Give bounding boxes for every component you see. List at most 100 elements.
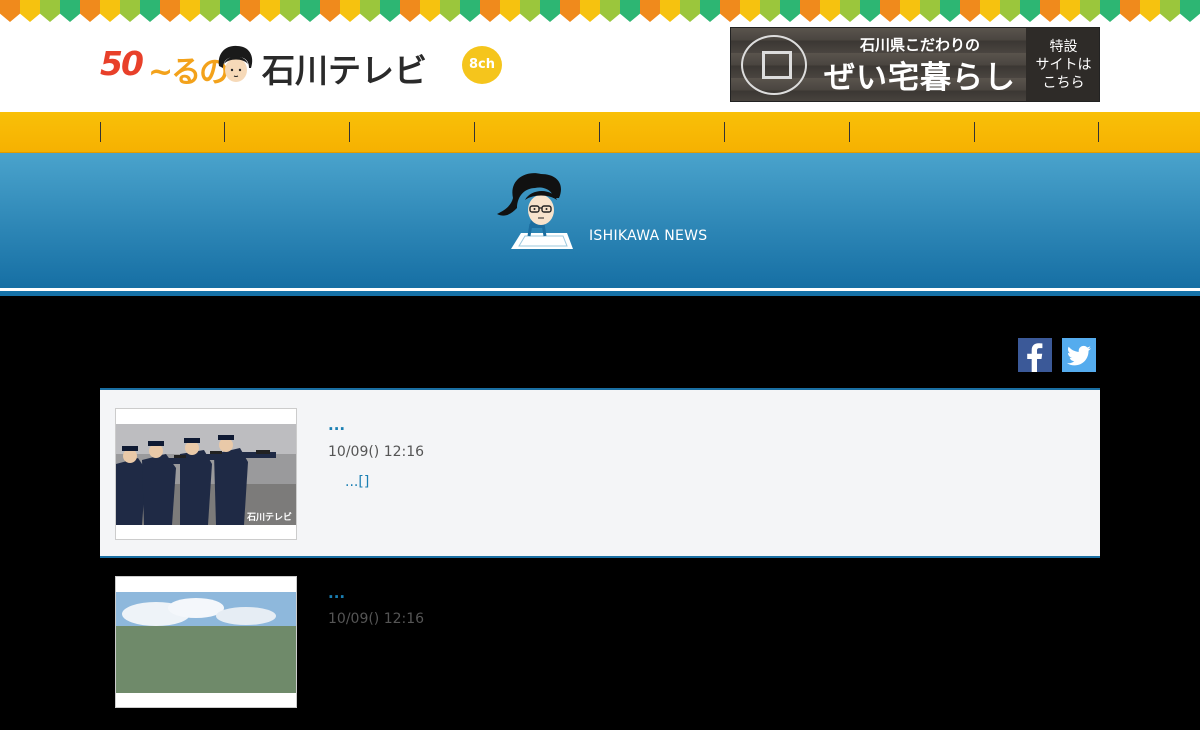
facebook-icon: [1027, 343, 1043, 372]
bunting-flag: [280, 0, 300, 22]
nav-item[interactable]: [975, 112, 1098, 152]
bunting-flag: [1120, 0, 1140, 22]
bunting-flag: [980, 0, 1000, 22]
bunting-flag: [220, 0, 240, 22]
bunting-flag: [520, 0, 540, 22]
twitter-share-button[interactable]: [1062, 338, 1096, 372]
logo-station-name: 石川テレビ: [262, 51, 427, 90]
bunting-flag: [660, 0, 680, 22]
bunting-flag: [140, 0, 160, 22]
bunting-flag: [940, 0, 960, 22]
read-more-link[interactable]: ...[]: [345, 474, 369, 490]
bunting-flag: [320, 0, 340, 22]
facebook-share-button[interactable]: [1018, 338, 1052, 372]
bunting-flag: [740, 0, 760, 22]
bunting-flag: [920, 0, 940, 22]
news-thumbnail-link[interactable]: 石川テレビ: [115, 408, 297, 540]
bunting-flag: [1020, 0, 1040, 22]
bunting-flag: [80, 0, 100, 22]
nav-item[interactable]: [850, 112, 974, 152]
bunting-flag: [620, 0, 640, 22]
news-date: 10/09() 12:16: [328, 611, 425, 627]
bunting-flag: [560, 0, 580, 22]
twitter-icon: [1067, 345, 1091, 366]
logo-anniversary-number: 50: [100, 44, 144, 83]
mascot-face-icon: [218, 45, 253, 82]
news-list-item: 石川テレビ ... 10/09() 12:16 ...[]: [100, 388, 1100, 558]
hero-divider: [0, 291, 1200, 296]
bunting-flag: [640, 0, 660, 22]
bunting-flag: [960, 0, 980, 22]
bunting-flag: [820, 0, 840, 22]
bunting-flag: [0, 0, 20, 22]
bunting-flag: [880, 0, 900, 22]
banner-subtitle: 石川県こだわりの: [859, 36, 980, 54]
bunting-flag: [380, 0, 400, 22]
news-title-link[interactable]: ...: [328, 584, 345, 602]
bunting-flag: [420, 0, 440, 22]
bunting-flag: [1180, 0, 1200, 22]
bunting-flag: [1160, 0, 1180, 22]
house-icon: [741, 35, 807, 95]
news-thumbnail-link[interactable]: [115, 576, 297, 708]
bunting-flag: [1000, 0, 1020, 22]
bunting-flag: [860, 0, 880, 22]
section-title: ISHIKAWA NEWS: [589, 228, 708, 244]
banner-title: ぜい宅暮らし: [824, 60, 1016, 96]
news-date: 10/09() 12:16: [328, 444, 425, 460]
site-logo[interactable]: 50 ~るの 石川テレビ 8ch: [100, 40, 502, 90]
bunting-flag: [200, 0, 220, 22]
main-navigation: [0, 112, 1200, 153]
nav-separator: [1098, 122, 1099, 142]
bunting-flag: [500, 0, 520, 22]
bunting-flag: [840, 0, 860, 22]
section-hero: [0, 153, 1200, 288]
bunting-flag: [1060, 0, 1080, 22]
bunting-flag: [1080, 0, 1100, 22]
bunting-flag: [400, 0, 420, 22]
site-header: 50 ~るの 石川テレビ 8ch 石川県こだわりの ぜい宅暮らし 特設 サイトは…: [0, 22, 1200, 112]
bunting-flag: [800, 0, 820, 22]
bunting-flag: [120, 0, 140, 22]
thumbnail-watermark: 石川テレビ: [246, 511, 292, 523]
bunting-flag: [40, 0, 60, 22]
logo-channel-badge: 8ch: [462, 46, 502, 84]
bunting-flag: [360, 0, 380, 22]
bunting-flag: [720, 0, 740, 22]
bunting-flag: [580, 0, 600, 22]
bunting-flag: [100, 0, 120, 22]
nav-item[interactable]: [600, 112, 724, 152]
bunting-flag: [20, 0, 40, 22]
nav-item[interactable]: [475, 112, 599, 152]
bunting-flag: [780, 0, 800, 22]
bunting-flag: [1140, 0, 1160, 22]
news-thumbnail-image: 石川テレビ: [116, 424, 296, 525]
nav-item[interactable]: [225, 112, 349, 152]
bunting-flag: [600, 0, 620, 22]
nav-item[interactable]: [725, 112, 849, 152]
bunting-flag: [680, 0, 700, 22]
bunting-flag: [540, 0, 560, 22]
banner-side-link-text: 特設 サイトは こちら: [1026, 28, 1099, 101]
nav-item[interactable]: [101, 112, 224, 152]
bunting-flag: [460, 0, 480, 22]
bunting-flag: [700, 0, 720, 22]
bunting-flag: [240, 0, 260, 22]
news-list-item: ... 10/09() 12:16: [100, 560, 1100, 730]
mascot-newscaster-icon: [497, 173, 573, 249]
bunting-flag: [260, 0, 280, 22]
bunting-flag: [1040, 0, 1060, 22]
news-thumbnail-image: [116, 592, 296, 693]
bunting-flag: [180, 0, 200, 22]
bunting-flag: [160, 0, 180, 22]
bunting-flag: [1100, 0, 1120, 22]
bunting-flag: [900, 0, 920, 22]
news-title-link[interactable]: ...: [328, 416, 345, 434]
bunting-flag: [60, 0, 80, 22]
bunting-flag: [440, 0, 460, 22]
bunting-flag: [300, 0, 320, 22]
special-site-banner[interactable]: 石川県こだわりの ぜい宅暮らし 特設 サイトは こちら: [730, 27, 1100, 102]
bunting-flag: [760, 0, 780, 22]
bunting-flag: [340, 0, 360, 22]
nav-item[interactable]: [350, 112, 474, 152]
